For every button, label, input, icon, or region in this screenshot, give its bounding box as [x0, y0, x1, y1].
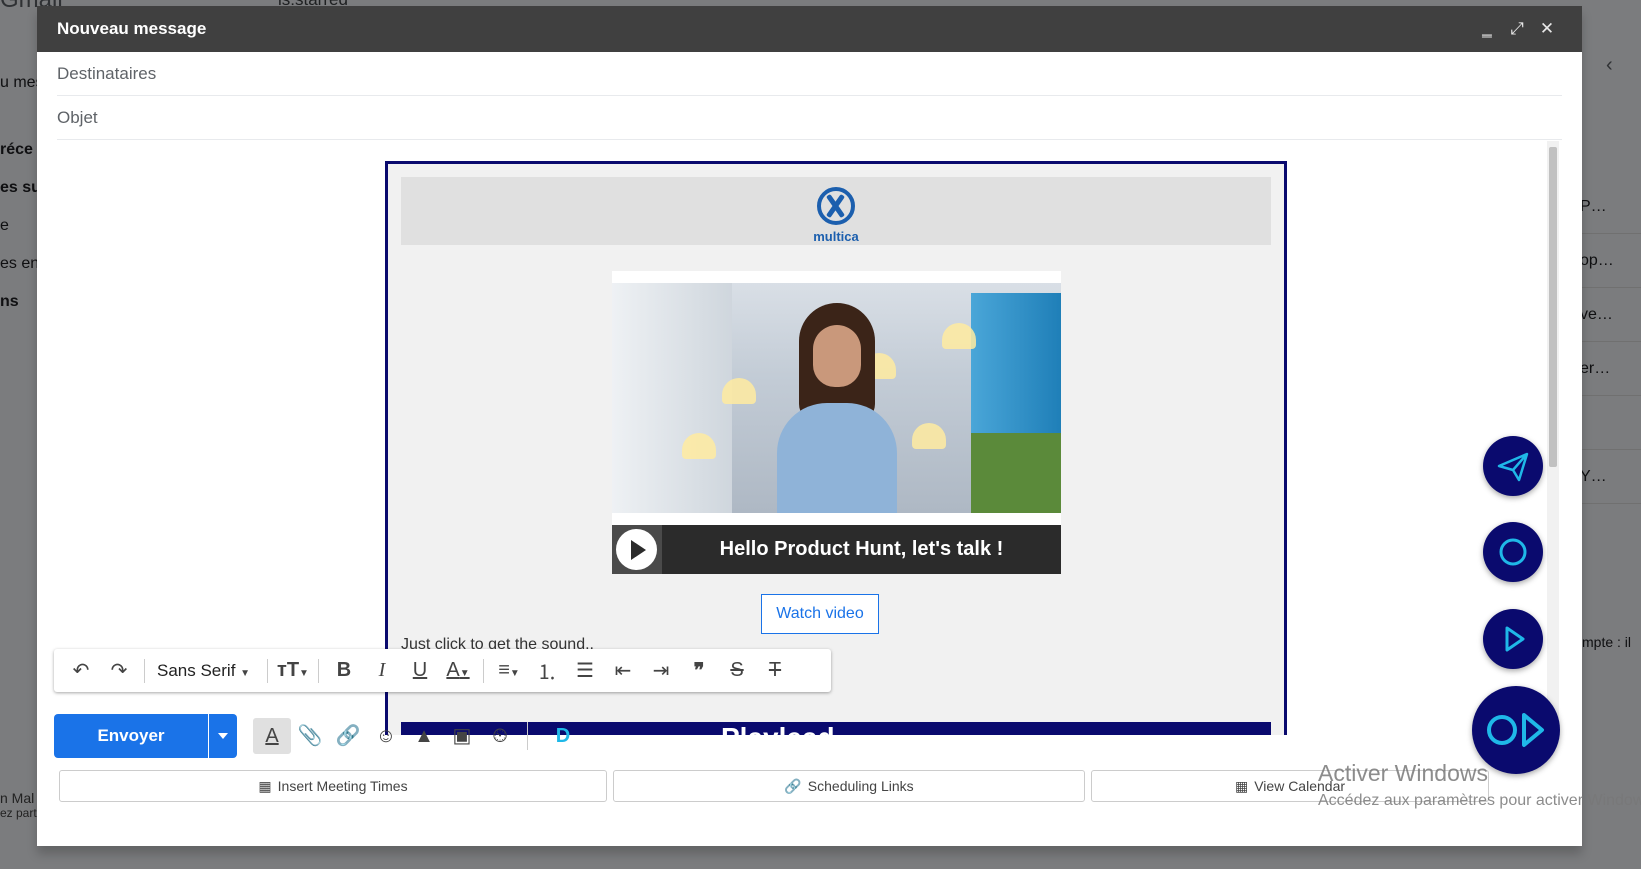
- send-plane-fab[interactable]: [1483, 436, 1543, 496]
- subject-placeholder: Objet: [57, 107, 98, 127]
- emoji-icon[interactable]: ☺: [367, 718, 405, 754]
- numbered-list-icon[interactable]: ⒈: [528, 656, 566, 685]
- activation-watermark-text: Accédez aux paramètres pour activer Wind…: [1318, 792, 1641, 809]
- video-caption-bar[interactable]: Hello Product Hunt, let's talk !: [612, 525, 1061, 574]
- font-select[interactable]: Sans Serif ▼: [151, 661, 261, 681]
- recipients-placeholder: Destinataires: [57, 63, 157, 83]
- underline-icon[interactable]: U: [401, 659, 439, 682]
- compose-titlebar: Nouveau message ‗ ⤢ ✕: [37, 6, 1582, 52]
- circle-icon: [1499, 538, 1527, 566]
- compose-title: Nouveau message: [57, 19, 207, 38]
- multica-logo: [817, 187, 855, 225]
- quote-icon[interactable]: ❞: [680, 658, 718, 683]
- photo-icon[interactable]: ▣: [443, 718, 481, 754]
- record-fab[interactable]: [1483, 522, 1543, 582]
- playlead-extension-icon[interactable]: D: [544, 718, 582, 754]
- text-color-icon[interactable]: A▼: [439, 659, 477, 682]
- scheduling-links-button[interactable]: 🔗 Scheduling Links: [613, 770, 1085, 802]
- paper-plane-icon: [1497, 452, 1529, 482]
- play-fab[interactable]: [1483, 609, 1543, 669]
- watch-video-button[interactable]: Watch video: [761, 594, 879, 634]
- logo-band: multica: [401, 177, 1271, 245]
- bold-icon[interactable]: B: [325, 659, 363, 682]
- video-image: [612, 283, 1061, 513]
- activation-watermark-title: Activer Windows: [1318, 760, 1488, 786]
- send-button[interactable]: Envoyer: [54, 714, 208, 758]
- undo-icon[interactable]: ↶: [62, 658, 100, 683]
- video-caption: Hello Product Hunt, let's talk !: [719, 538, 1004, 560]
- video-thumbnail[interactable]: Hello Product Hunt, let's talk !: [612, 271, 1061, 574]
- presenter-figure: [777, 303, 897, 513]
- scrollbar-thumb[interactable]: [1549, 147, 1557, 467]
- message-body[interactable]: multica Hello Product Hunt, let's talk !…: [57, 141, 1557, 735]
- subject-field[interactable]: Objet: [57, 96, 1562, 140]
- play-triangle-icon: [1505, 626, 1525, 652]
- logo-text: multica: [813, 229, 859, 244]
- link-icon[interactable]: 🔗: [329, 718, 367, 754]
- minimize-icon[interactable]: ‗: [1472, 19, 1502, 39]
- play-icon[interactable]: [616, 529, 657, 570]
- text-size-icon[interactable]: ᴛT▼: [274, 659, 312, 682]
- scheduling-links-label: Scheduling Links: [807, 778, 914, 794]
- calendar-plus-icon: ▦: [258, 777, 272, 794]
- compose-actions: A 📎 🔗 ☺ ▲ ▣ ⏲ D: [253, 718, 582, 754]
- recipients-field[interactable]: Destinataires: [57, 52, 1562, 96]
- close-icon[interactable]: ✕: [1532, 19, 1562, 39]
- indent-more-icon[interactable]: ⇥: [642, 658, 680, 683]
- compose-window: Nouveau message ‗ ⤢ ✕ Destinataires Obje…: [37, 6, 1582, 846]
- indent-less-icon[interactable]: ⇤: [604, 658, 642, 683]
- redo-icon[interactable]: ↷: [100, 658, 138, 683]
- attach-icon[interactable]: 📎: [291, 718, 329, 754]
- expand-icon[interactable]: ⤢: [1502, 19, 1532, 39]
- clear-formatting-icon[interactable]: T: [756, 659, 794, 682]
- bulleted-list-icon[interactable]: ☰: [566, 658, 604, 683]
- align-icon[interactable]: ≡▼: [490, 659, 528, 682]
- body-scrollbar[interactable]: [1547, 141, 1559, 735]
- strikethrough-icon[interactable]: S: [718, 659, 756, 682]
- banner-text: Playlead: [721, 722, 835, 735]
- confidential-mode-icon[interactable]: ⏲: [481, 718, 519, 754]
- formatting-toolbar: ↶ ↷ Sans Serif ▼ ᴛT▼ B I U A▼ ≡▼ ⒈ ☰ ⇤ ⇥…: [54, 649, 831, 692]
- font-name: Sans Serif: [157, 660, 236, 680]
- scheduling-bar: ▦ Insert Meeting Times 🔗 Scheduling Link…: [59, 770, 1489, 802]
- formatting-options-icon[interactable]: A: [253, 718, 291, 754]
- drive-icon[interactable]: ▲: [405, 718, 443, 754]
- link-icon: 🔗: [784, 777, 802, 794]
- insert-meeting-times-button[interactable]: ▦ Insert Meeting Times: [59, 770, 607, 802]
- insert-meeting-times-label: Insert Meeting Times: [277, 778, 408, 794]
- calendar-icon: ▦: [1234, 777, 1249, 794]
- send-options-chevron-icon[interactable]: [209, 714, 237, 758]
- italic-icon[interactable]: I: [363, 659, 401, 682]
